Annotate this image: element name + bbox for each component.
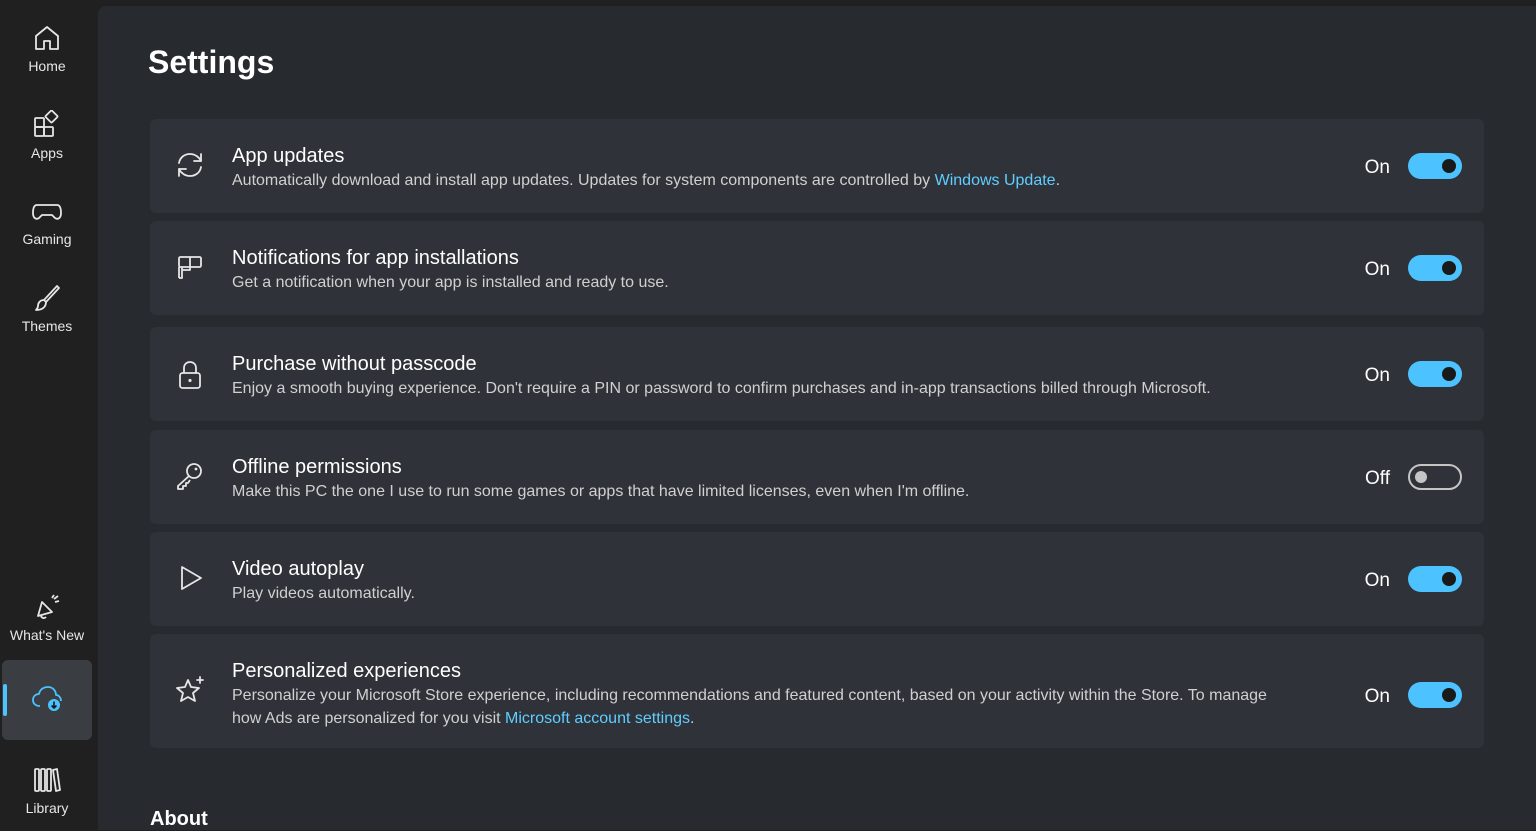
setting-card-offline: Offline permissions Make this PC the one…	[150, 430, 1484, 524]
setting-title: Video autoplay	[232, 558, 364, 580]
setting-title: Personalized experiences	[232, 660, 462, 682]
toggle-knob	[1442, 572, 1456, 586]
megaphone-icon	[31, 591, 63, 623]
setting-card-purchase: Purchase without passcode Enjoy a smooth…	[150, 327, 1484, 421]
sidebar-item-label: What's New	[9, 627, 85, 643]
library-icon	[31, 764, 63, 796]
description-text: Personalize your Microsoft Store experie…	[232, 687, 1267, 727]
sidebar-item-home[interactable]: Home	[2, 10, 92, 86]
video-autoplay-toggle[interactable]	[1408, 566, 1462, 592]
setting-card-personalized: Personalized experiences Personalize you…	[150, 634, 1484, 748]
toggle-state-label: On	[1364, 365, 1390, 386]
notification-icon	[172, 249, 208, 285]
toggle-knob	[1442, 159, 1456, 173]
sidebar-item-label: Gaming	[22, 231, 72, 247]
sidebar-item-library[interactable]: Library	[2, 752, 92, 828]
sidebar-item-label: Home	[28, 58, 66, 74]
page-title: Settings	[148, 44, 275, 80]
setting-title: Notifications for app installations	[232, 247, 519, 269]
brush-icon	[31, 282, 63, 314]
main-content: Settings App updates Automatically downl…	[98, 6, 1536, 830]
setting-card-video: Video autoplay Play videos automatically…	[150, 532, 1484, 626]
setting-card-app-updates: App updates Automatically download and i…	[150, 119, 1484, 213]
description-text-end: .	[1055, 172, 1061, 189]
setting-description: Automatically download and install app u…	[232, 169, 1312, 192]
toggle-state-label: On	[1364, 570, 1390, 591]
sidebar-item-label: Apps	[31, 145, 63, 161]
setting-description: Make this PC the one I use to run some g…	[232, 483, 970, 500]
section-heading-about: About	[150, 808, 208, 830]
refresh-icon	[172, 147, 208, 183]
sidebar-item-label: Themes	[21, 318, 73, 334]
apps-icon	[31, 109, 63, 141]
gamepad-icon	[31, 195, 63, 227]
sparkle-star-icon	[172, 672, 208, 708]
setting-description: Enjoy a smooth buying experience. Don't …	[232, 380, 1211, 397]
sidebar-item-gaming[interactable]: Gaming	[2, 183, 92, 259]
toggle-state-label: On	[1364, 259, 1390, 280]
toggle-knob	[1442, 261, 1456, 275]
setting-description: Play videos automatically.	[232, 585, 415, 602]
setting-title: App updates	[232, 145, 345, 167]
setting-title: Offline permissions	[232, 456, 402, 478]
home-icon	[31, 22, 63, 54]
personalized-experiences-toggle[interactable]	[1408, 682, 1462, 708]
toggle-knob	[1442, 688, 1456, 702]
key-icon	[172, 458, 208, 494]
sidebar: Home Apps Gaming Themes What's New Libra…	[0, 0, 98, 830]
setting-card-notifications: Notifications for app installations Get …	[150, 221, 1484, 315]
microsoft-account-settings-link[interactable]: Microsoft account settings	[505, 710, 690, 727]
description-text: Automatically download and install app u…	[232, 172, 935, 189]
toggle-state-label: On	[1364, 686, 1390, 707]
sidebar-item-whats-new[interactable]: What's New	[2, 579, 92, 655]
sidebar-item-downloads[interactable]	[2, 660, 92, 740]
app-updates-toggle[interactable]	[1408, 153, 1462, 179]
toggle-knob	[1442, 367, 1456, 381]
cloud-download-icon	[31, 682, 63, 714]
setting-title: Purchase without passcode	[232, 353, 477, 375]
sidebar-item-themes[interactable]: Themes	[2, 270, 92, 346]
sidebar-item-apps[interactable]: Apps	[2, 97, 92, 173]
setting-description: Personalize your Microsoft Store experie…	[232, 684, 1292, 730]
purchase-passcode-toggle[interactable]	[1408, 361, 1462, 387]
windows-update-link[interactable]: Windows Update	[935, 172, 1056, 189]
toggle-knob	[1415, 471, 1427, 483]
play-icon	[172, 560, 208, 596]
lock-icon	[172, 357, 208, 393]
toggle-state-label: Off	[1365, 468, 1390, 489]
description-text-end: .	[690, 710, 695, 727]
active-indicator	[3, 684, 7, 716]
setting-description: Get a notification when your app is inst…	[232, 274, 669, 291]
toggle-state-label: On	[1364, 157, 1390, 178]
notifications-toggle[interactable]	[1408, 255, 1462, 281]
sidebar-item-label: Library	[25, 800, 69, 816]
offline-permissions-toggle[interactable]	[1408, 464, 1462, 490]
